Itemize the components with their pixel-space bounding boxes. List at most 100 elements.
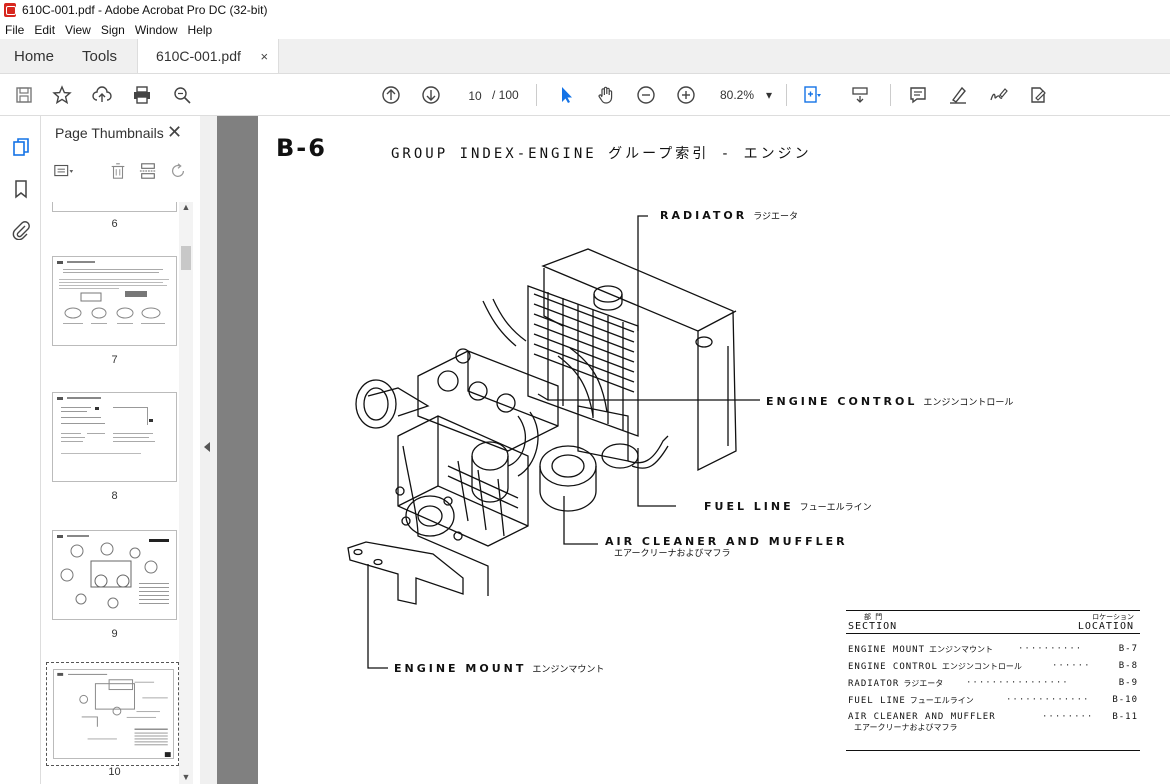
thumbnail-list: 6 7 8 9 10 — [41, 202, 179, 784]
callout-radiator-en: RADIATOR — [660, 209, 748, 222]
select-cursor-icon[interactable] — [554, 83, 578, 107]
row-section-jp: エアークリーナおよびマフラ — [854, 723, 958, 732]
highlight-pen-icon[interactable] — [946, 83, 970, 107]
pdf-page: B-6 GROUP INDEX-ENGINE グループ索引 - エンジン RAD… — [258, 116, 1170, 784]
insert-page-icon[interactable] — [137, 160, 159, 182]
row-location: B-11 — [1112, 712, 1138, 722]
title-bar: 610C-001.pdf - Adobe Acrobat Pro DC (32-… — [0, 0, 1170, 20]
star-icon[interactable] — [50, 83, 74, 107]
collapse-arrow-icon[interactable] — [204, 442, 210, 452]
row-location: B-10 — [1112, 695, 1138, 705]
next-page-icon[interactable] — [419, 83, 443, 107]
page-display-icon[interactable] — [800, 83, 824, 107]
thumbnail-page-10-selected[interactable] — [46, 662, 179, 766]
row-section: ENGINE CONTROL — [848, 662, 938, 672]
previous-page-icon[interactable] — [379, 83, 403, 107]
tab-document[interactable]: 610C-001.pdf × — [137, 39, 280, 73]
table-row: ENGINE MOUNT エンジンマウント ·········· B-7 — [846, 640, 1140, 657]
thumbnail-label: 7 — [111, 354, 118, 366]
row-dots: ········ — [1042, 712, 1094, 722]
thumbnail-scrollbar[interactable]: ▲ ▼ — [179, 202, 193, 784]
callout-air-cleaner-jp: エアークリーナおよびマフラ — [614, 549, 731, 559]
options-menu-icon[interactable] — [53, 160, 75, 182]
row-section: AIR CLEANER AND MUFFLER — [848, 712, 996, 722]
attachment-icon[interactable] — [10, 219, 32, 241]
row-dots: ·········· — [1018, 644, 1083, 654]
scroll-down-icon[interactable]: ▼ — [181, 772, 191, 782]
acrobat-icon — [4, 3, 16, 17]
hand-tool-icon[interactable] — [594, 83, 618, 107]
row-location: B-7 — [1118, 644, 1138, 654]
bookmark-icon[interactable] — [10, 178, 32, 200]
row-dots: ······ — [1052, 661, 1091, 671]
thumbnail-page-6[interactable] — [52, 202, 177, 212]
table-row: AIR CLEANER AND MUFFLER ········ B-11 エア… — [846, 708, 1140, 732]
callout-radiator-jp: ラジエータ — [753, 212, 799, 222]
thumbnail-page-8[interactable] — [52, 392, 177, 482]
menu-file[interactable]: File — [5, 23, 24, 37]
toolbar-divider — [786, 84, 787, 106]
toolbar-divider — [890, 84, 891, 106]
zoom-out-icon[interactable] — [634, 83, 658, 107]
zoom-in-icon[interactable] — [674, 83, 698, 107]
thumbnail-page-7[interactable] — [52, 256, 177, 346]
comment-icon[interactable] — [906, 83, 930, 107]
menu-edit[interactable]: Edit — [34, 23, 55, 37]
tab-tools[interactable]: Tools — [68, 39, 131, 73]
table-row: RADIATOR ラジエータ ················ B-9 — [846, 674, 1140, 691]
thumbnails-panel-title: Page Thumbnails — [55, 125, 164, 141]
thumbnail-label: 8 — [111, 490, 118, 502]
table-row: ENGINE CONTROL エンジンコントロール ······ B-8 — [846, 657, 1140, 674]
zoom-value: 80.2% — [720, 88, 755, 102]
panel-collapse-handle[interactable] — [200, 116, 217, 784]
upload-cloud-icon[interactable] — [90, 83, 114, 107]
menu-window[interactable]: Window — [135, 23, 178, 37]
close-icon[interactable]: ✕ — [167, 122, 182, 143]
rotate-icon[interactable] — [167, 160, 189, 182]
tab-home[interactable]: Home — [0, 39, 68, 73]
zoom-dropdown[interactable]: 80.2% ▾ — [714, 84, 778, 106]
scroll-mode-icon[interactable] — [848, 83, 872, 107]
callout-engine-mount: ENGINE MOUNT エンジンマウント — [394, 662, 604, 675]
window-title: 610C-001.pdf - Adobe Acrobat Pro DC (32-… — [22, 3, 268, 17]
scroll-up-icon[interactable]: ▲ — [181, 202, 191, 212]
header-section: SECTION — [848, 621, 898, 632]
row-section-jp: エンジンコントロール — [941, 662, 1022, 671]
callout-fuel-line-jp: フューエルライン — [799, 503, 872, 513]
section-location-table: 部 門 SECTION ロケーション LOCATION ENGINE MOUNT… — [846, 610, 1140, 751]
menu-view[interactable]: View — [65, 23, 91, 37]
thumbnail-page-9[interactable] — [52, 530, 177, 620]
callout-radiator: RADIATOR ラジエータ — [660, 209, 798, 222]
callout-fuel-line-en: FUEL LINE — [704, 500, 794, 513]
callout-fuel-line: FUEL LINE フューエルライン — [704, 500, 872, 513]
tab-close-icon[interactable]: × — [260, 49, 268, 64]
fill-sign-icon[interactable] — [1026, 83, 1050, 107]
row-section-jp: フューエルライン — [909, 696, 974, 705]
page-thumbnails-icon[interactable] — [10, 136, 32, 158]
thumbnails-panel: Page Thumbnails ✕ 6 7 8 9 10 ▲ ▼ — [41, 116, 200, 784]
print-icon[interactable] — [130, 83, 154, 107]
document-viewport: B-6 GROUP INDEX-ENGINE グループ索引 - エンジン RAD… — [217, 116, 1170, 784]
row-location: B-9 — [1118, 678, 1138, 688]
row-section-jp: ラジエータ — [903, 679, 944, 688]
page-number-input[interactable]: 10 — [460, 84, 490, 106]
callout-engine-control: ENGINE CONTROL エンジンコントロール — [766, 395, 1013, 408]
scroll-thumb[interactable] — [181, 246, 191, 270]
thumbnail-label: 9 — [111, 628, 118, 640]
row-location: B-8 — [1118, 661, 1138, 671]
toolbar: 10 / 100 80.2% ▾ — [0, 74, 1170, 116]
sign-icon[interactable] — [986, 83, 1010, 107]
callout-engine-control-jp: エンジンコントロール — [923, 398, 1014, 408]
menu-sign[interactable]: Sign — [101, 23, 125, 37]
table-row: FUEL LINE フューエルライン ············· B-10 — [846, 691, 1140, 708]
save-icon[interactable] — [12, 83, 36, 107]
row-dots: ················ — [966, 678, 1069, 688]
page-total: / 100 — [492, 88, 519, 102]
menu-help[interactable]: Help — [188, 23, 213, 37]
menu-bar: File Edit View Sign Window Help — [0, 20, 1170, 39]
row-dots: ············· — [1006, 695, 1090, 705]
left-navigation-rail — [0, 116, 41, 784]
zoom-search-icon[interactable] — [170, 83, 194, 107]
delete-icon[interactable] — [107, 160, 129, 182]
tab-document-label: 610C-001.pdf — [156, 48, 241, 64]
